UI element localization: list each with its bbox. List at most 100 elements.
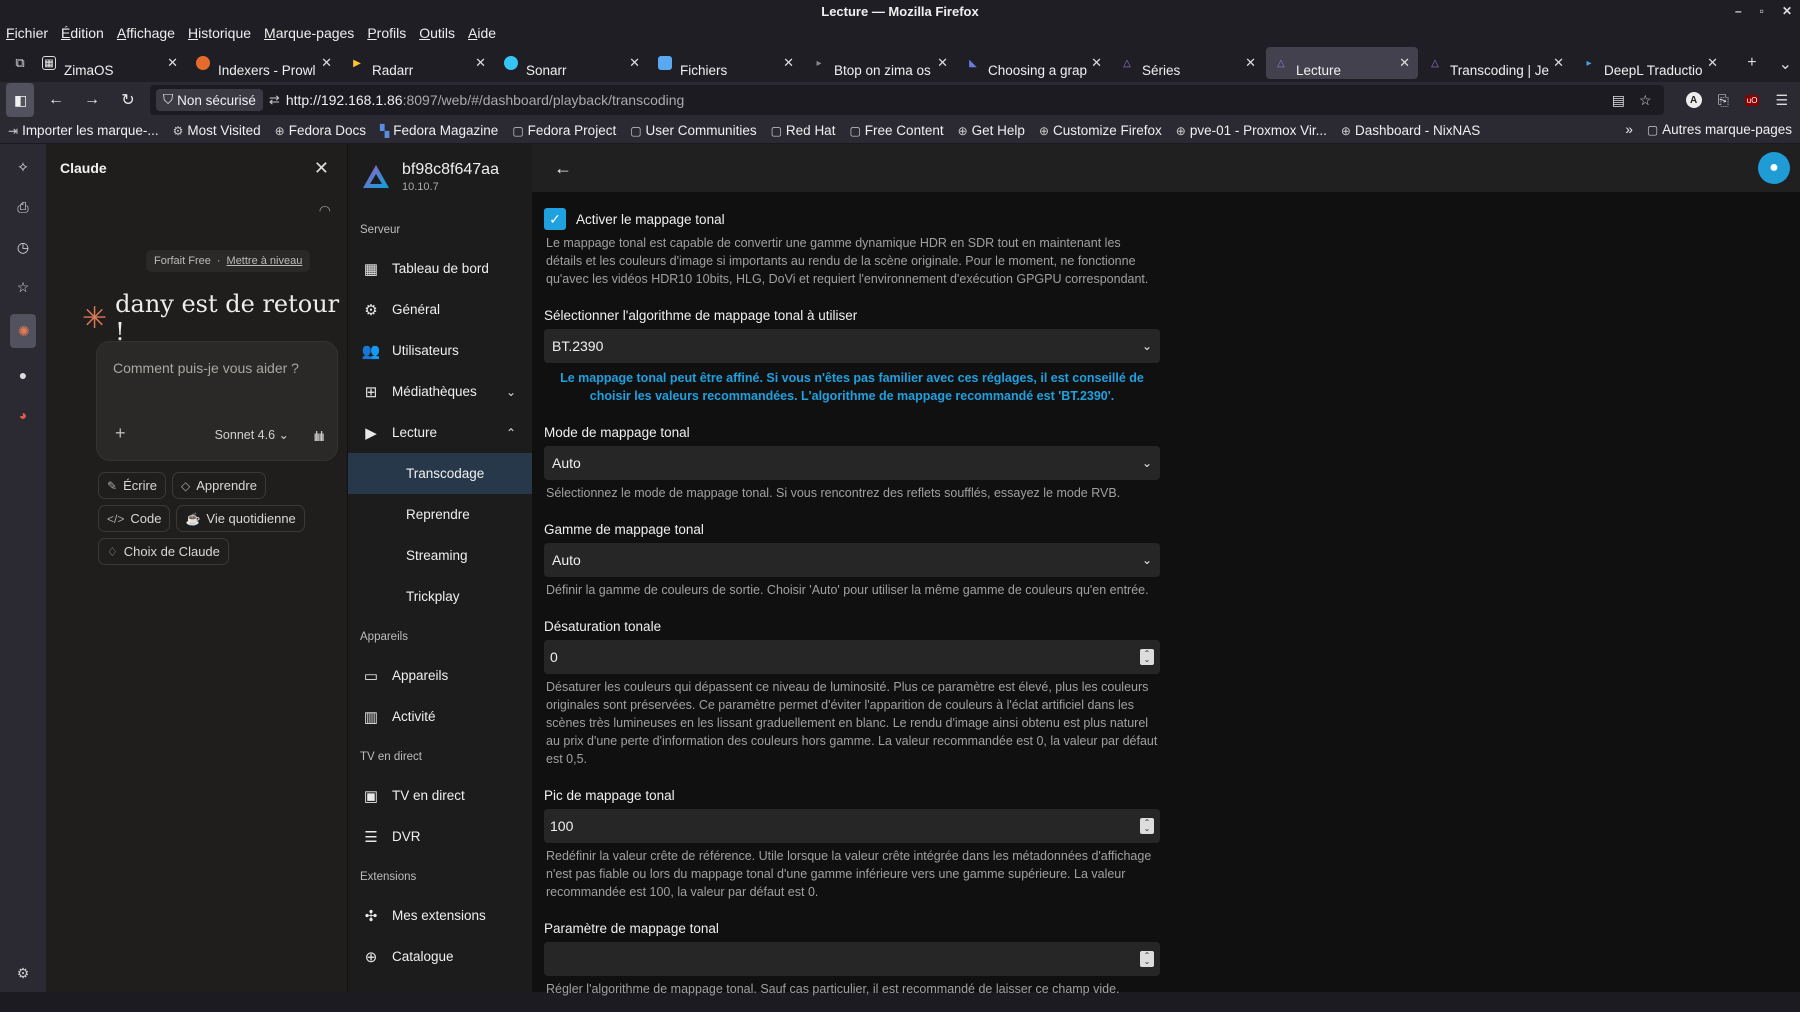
chip-ecrire[interactable]: ✎ Écrire (98, 472, 167, 499)
bookmark-pve[interactable]: ⊕ pve-01 - Proxmox Vir... (1176, 123, 1327, 138)
back-arrow-icon[interactable]: ← (554, 158, 572, 179)
menu-fichier[interactable]: Fichier (6, 25, 48, 41)
bookmark-star-icon[interactable]: ☆ (1639, 92, 1652, 109)
prompt-input[interactable]: Comment puis-je vous aider ? + Sonnet 4.… (96, 341, 338, 461)
nav-streaming[interactable]: Streaming (348, 535, 532, 576)
menu-edition[interactable]: Édition (61, 25, 104, 41)
desat-input[interactable]: 0 ⌃ ⌄ (544, 640, 1160, 674)
user-avatar-icon[interactable]: ● (1758, 152, 1790, 184)
number-spinner-icon[interactable]: ⌃ ⌄ (1140, 649, 1154, 665)
menu-outils[interactable]: Outils (419, 25, 455, 41)
tab-sonarr[interactable]: Sonarr ✕ (496, 47, 648, 79)
close-window-button[interactable]: ✕ (1782, 0, 1792, 22)
tab-choosing[interactable]: ◣ Choosing a grapl ✕ (958, 47, 1110, 79)
tab-list-chevron-down-icon[interactable]: ⌄ (1779, 54, 1792, 74)
nav-reprendre[interactable]: Reprendre (348, 494, 532, 535)
chip-vie-quotidienne[interactable]: ☕ Vie quotidienne (176, 505, 305, 532)
customize-sidebar-gear-icon[interactable]: ⚙ (17, 965, 30, 982)
new-tab-icon[interactable]: + (1747, 54, 1756, 74)
url-text[interactable]: http://192.168.1.86:8097/web/#/dashboard… (286, 92, 1606, 108)
nav-lecture[interactable]: ▶ Lecture ⌃ (348, 412, 532, 453)
colorful-extension-icon[interactable]: ◕ (10, 402, 36, 428)
reader-view-icon[interactable]: ▤ (1612, 92, 1625, 109)
peak-input[interactable]: 100 ⌃ ⌄ (544, 809, 1160, 843)
tab-deepl[interactable]: ▸ DeepL Traductio ✕ (1574, 47, 1726, 79)
permissions-icon[interactable]: ⇄ (269, 92, 280, 108)
number-spinner-icon[interactable]: ⌃ ⌄ (1140, 951, 1154, 967)
param-input[interactable]: ⌃ ⌄ (544, 942, 1160, 976)
close-icon[interactable]: ✕ (314, 158, 329, 179)
number-spinner-icon[interactable]: ⌃ ⌄ (1140, 818, 1154, 834)
tab-transcoding[interactable]: △ Transcoding | Je ✕ (1420, 47, 1572, 79)
nav-general[interactable]: ⚙ Général (348, 289, 532, 330)
tab-close-icon[interactable]: ✕ (1091, 55, 1102, 71)
bookmark-most-visited[interactable]: ⚙ Most Visited (173, 123, 261, 138)
mode-select[interactable]: Auto ⌄ (544, 446, 1160, 480)
bookmark-nixnas[interactable]: ⊕ Dashboard - NixNAS (1341, 123, 1480, 138)
tab-close-icon[interactable]: ✕ (783, 55, 794, 71)
nav-utilisateurs[interactable]: 👥 Utilisateurs (348, 330, 532, 371)
nav-catalogue[interactable]: ⊕ Catalogue (348, 936, 532, 977)
bookmark-fedora-project[interactable]: ▢ Fedora Project (512, 123, 616, 138)
tab-fichiers[interactable]: Fichiers ✕ (650, 47, 802, 79)
tab-close-icon[interactable]: ✕ (629, 55, 640, 71)
menu-historique[interactable]: Historique (188, 25, 251, 41)
sidebar-toggle-icon[interactable]: ◧ (6, 83, 34, 117)
ublock-icon[interactable]: uO (1744, 94, 1760, 106)
nav-mediatheques[interactable]: ⊞ Médiathèques ⌄ (348, 371, 532, 412)
bookmark-import[interactable]: ⇥ Importer les marque-... (8, 123, 159, 138)
tab-lecture[interactable]: △ Lecture ✕ (1266, 47, 1418, 79)
menu-marque-pages[interactable]: Marque-pages (264, 25, 354, 41)
ai-sparkle-icon[interactable]: ✧ (10, 154, 36, 180)
bookmark-fedora-docs[interactable]: ⊕ Fedora Docs (275, 123, 366, 138)
algo-select[interactable]: BT.2390 ⌄ (544, 329, 1160, 363)
chip-choix-de-claude[interactable]: ♢ Choix de Claude (98, 538, 229, 565)
tab-radarr[interactable]: ▶ Radarr ✕ (342, 47, 494, 79)
reload-icon[interactable]: ↻ (114, 86, 142, 114)
server-brand[interactable]: bf98c8f647aa 10.10.7 (348, 144, 532, 210)
bookmark-free-content[interactable]: ▢ Free Content (849, 123, 943, 138)
extensions-puzzle-icon[interactable]: ⎘ (1718, 92, 1729, 109)
bookmarks-star-icon[interactable]: ☆ (10, 274, 36, 300)
bookmark-fedora-magazine[interactable]: ▚ Fedora Magazine (380, 123, 498, 138)
tab-btop[interactable]: ▸ Btop on zima os ✕ (804, 47, 956, 79)
model-selector[interactable]: Sonnet 4.6 ⌄ (215, 427, 289, 442)
tab-close-icon[interactable]: ✕ (167, 55, 178, 71)
nav-tv-en-direct[interactable]: ▣ TV en direct (348, 775, 532, 816)
other-bookmarks[interactable]: ▢ Autres marque-pages (1647, 122, 1792, 137)
nav-mes-extensions[interactable]: ✣ Mes extensions (348, 895, 532, 936)
nav-activite[interactable]: ▥ Activité (348, 696, 532, 737)
tab-close-icon[interactable]: ✕ (1553, 55, 1564, 71)
chip-code[interactable]: </> Code (98, 505, 171, 532)
nav-transcodage[interactable]: Transcodage (348, 453, 532, 494)
account-icon[interactable]: A (1685, 92, 1702, 108)
menu-profils[interactable]: Profils (367, 25, 406, 41)
nav-tableau-de-bord[interactable]: ▦ Tableau de bord (348, 248, 532, 289)
nav-trickplay[interactable]: Trickplay (348, 576, 532, 617)
bookmark-customize-firefox[interactable]: ⊕ Customize Firefox (1039, 123, 1162, 138)
incognito-ghost-icon[interactable]: ◠ (319, 202, 331, 219)
menu-affichage[interactable]: Affichage (117, 25, 175, 41)
tab-close-icon[interactable]: ✕ (321, 55, 332, 71)
bookmark-get-help[interactable]: ⊕ Get Help (958, 123, 1025, 138)
add-attachment-plus-icon[interactable]: + (115, 423, 126, 444)
hamburger-menu-icon[interactable]: ☰ (1775, 92, 1788, 109)
history-clock-icon[interactable]: ◷ (10, 234, 36, 260)
tab-close-icon[interactable]: ✕ (475, 55, 486, 71)
nav-dvr[interactable]: ☰ DVR (348, 816, 532, 857)
synced-tabs-icon[interactable]: ⎙ (10, 194, 36, 220)
tonemap-enable-checkbox[interactable]: ✓ (544, 208, 566, 230)
tab-series[interactable]: △ Séries ✕ (1112, 47, 1264, 79)
dot-icon[interactable]: ● (10, 362, 36, 388)
tab-zimaos[interactable]: ▦ ZimaOS ✕ (34, 47, 186, 79)
menu-aide[interactable]: Aide (468, 25, 496, 41)
chip-apprendre[interactable]: ◇ Apprendre (172, 472, 266, 499)
more-bookmarks-chevron-icon[interactable]: » (1625, 122, 1633, 137)
nav-appareils[interactable]: ▭ Appareils (348, 655, 532, 696)
maximize-button[interactable]: ▫ (1760, 0, 1764, 22)
bookmark-red-hat[interactable]: ▢ Red Hat (771, 123, 836, 138)
tab-close-icon[interactable]: ✕ (1245, 55, 1256, 71)
upgrade-link[interactable]: Mettre à niveau (227, 255, 303, 267)
tab-indexers[interactable]: Indexers - Prowl ✕ (188, 47, 340, 79)
forward-arrow-icon[interactable]: → (78, 86, 106, 114)
